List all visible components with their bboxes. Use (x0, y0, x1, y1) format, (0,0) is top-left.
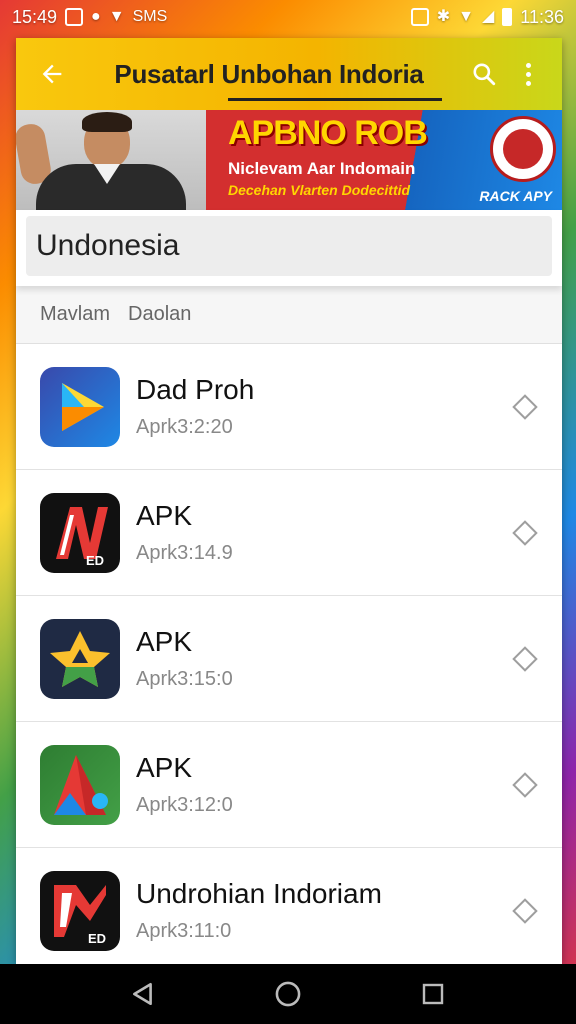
filter-row: Mavlam Daolan (16, 286, 562, 344)
red-n-logo-icon: ED (40, 492, 120, 573)
app-list: Dad Proh Aprk3:2:20 ED APK Aprk3:14.9 AP… (16, 344, 562, 964)
status-left: 15:49 ● ▼ SMS (12, 7, 167, 28)
red-flag-logo-icon: ED (40, 870, 120, 951)
back-button[interactable] (28, 50, 76, 98)
diamond-icon[interactable] (512, 645, 538, 672)
home-circle-icon (275, 981, 301, 1007)
app-title: APK (136, 500, 193, 531)
app-window: Pusatarl Unbohan Indoria APBNO ROB Nicle… (16, 38, 562, 964)
app-title: Dad Proh (136, 374, 255, 405)
sms-icon: SMS (132, 8, 168, 25)
search-input[interactable]: Undonesia (26, 216, 552, 276)
list-item[interactable]: Dad Proh Aprk3:2:20 (16, 344, 562, 470)
bluetooth-icon: ✱ (436, 8, 451, 25)
yellow-star-icon (40, 618, 120, 699)
app-title: APK (136, 626, 193, 657)
search-button[interactable] (462, 52, 506, 96)
diamond-icon[interactable] (512, 771, 538, 798)
app-title: APK (136, 752, 193, 783)
status-time-right: 11:36 (520, 6, 564, 27)
overflow-menu-button[interactable] (506, 52, 550, 96)
page-title: Pusatarl Unbohan Indoria (114, 58, 424, 89)
recents-square-icon (423, 983, 444, 1005)
system-navigation-bar (0, 964, 576, 1024)
app-subtitle: Aprk3:12:0 (136, 794, 233, 816)
emblem-icon (490, 116, 556, 182)
vibrate-icon (410, 8, 429, 26)
shield-icon: ● (91, 8, 101, 25)
search-icon (473, 63, 496, 86)
wifi-signal-icon: ▼ (458, 8, 474, 25)
battery-icon (502, 8, 513, 26)
app-title: Undrohian Indoriam (136, 878, 382, 909)
cell-signal-icon: ◢ (481, 8, 495, 25)
list-item[interactable]: APK Aprk3:15:0 (16, 596, 562, 722)
list-item[interactable]: ED APK Aprk3:14.9 (16, 470, 562, 596)
filter-chip[interactable]: Mavlam (40, 303, 110, 326)
app-subtitle: Aprk3:15:0 (136, 668, 233, 690)
banner-photo (16, 110, 206, 210)
status-time-left: 15:49 (12, 6, 58, 27)
title-underline (228, 98, 442, 101)
notification-icon (65, 8, 84, 26)
app-bar: Pusatarl Unbohan Indoria (16, 38, 562, 110)
search-container: Undonesia (16, 210, 562, 286)
svg-text:ED: ED (88, 931, 106, 946)
nav-recents-button[interactable] (403, 964, 463, 1024)
app-subtitle: Aprk3:11:0 (136, 920, 232, 942)
diamond-icon[interactable] (512, 519, 538, 546)
nav-back-button[interactable] (113, 964, 173, 1024)
back-triangle-icon (132, 982, 152, 1006)
banner-tag: RACK APY (479, 188, 552, 204)
status-right: ✱ ▼ ◢ 11:36 (410, 6, 564, 28)
banner-artwork: APBNO ROB Niclevam Aar Indomain Decehan … (206, 110, 562, 210)
list-item[interactable]: ED Undrohian Indoriam Aprk3:11:0 (16, 848, 562, 964)
wifi-icon: ▼ (108, 8, 125, 25)
app-subtitle: Aprk3:2:20 (136, 416, 233, 438)
svg-text:ED: ED (86, 553, 104, 568)
play-triangle-icon (40, 366, 120, 447)
nav-home-button[interactable] (258, 964, 318, 1024)
more-vertical-icon (525, 62, 531, 86)
back-arrow-icon (42, 64, 62, 84)
green-arrow-icon (40, 744, 120, 825)
diamond-icon[interactable] (512, 393, 538, 420)
list-item[interactable]: APK Aprk3:12:0 (16, 722, 562, 848)
status-bar: 15:49 ● ▼ SMS ✱ ▼ ◢ 11:36 (0, 0, 576, 34)
app-subtitle: Aprk3:14.9 (136, 542, 233, 564)
promo-banner[interactable]: APBNO ROB Niclevam Aar Indomain Decehan … (16, 110, 562, 210)
diamond-icon[interactable] (512, 897, 538, 924)
filter-chip[interactable]: Daolan (128, 303, 191, 326)
